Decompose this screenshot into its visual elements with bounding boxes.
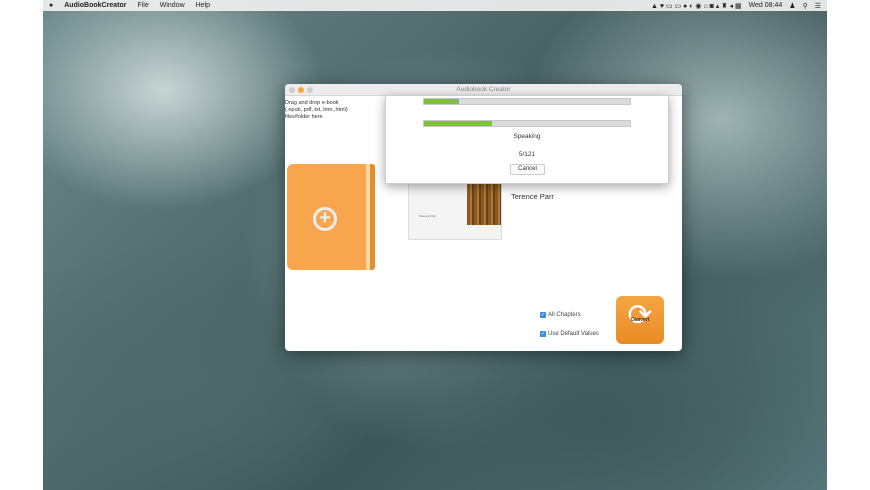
menu-app[interactable]: AudioBookCreator [64,2,126,9]
menu-file[interactable]: File [137,2,148,9]
status-text: Speaking [513,133,541,140]
cover-image [467,181,501,225]
plus-icon: + [313,207,337,231]
cancel-button[interactable]: Cancel [510,164,545,175]
drop-hint: Drag and drop e-book (.epub,.pdf,.txt,.h… [285,100,348,120]
menu-window[interactable]: Window [160,2,185,9]
progress-bar-overall [423,98,631,105]
progress-bar-chapter [423,120,631,127]
convert-button[interactable]: ⟳ Convert [616,296,664,344]
checkbox-label: Use Default Values [548,331,599,337]
menu-help[interactable]: Help [196,2,210,9]
check-icon: ✓ [540,312,546,318]
author-name: Terence Parr [511,192,554,201]
all-chapters-checkbox[interactable]: ✓ All Chapters [540,312,581,318]
convert-label: Convert [630,317,650,323]
list-icon[interactable]: ☰ [815,2,821,10]
status-icons[interactable]: ▲ ♥ ▭ ▭ ● ◐ ◉ ⌂ ◙ ▴ ♜ ◂ ▦ [651,2,742,10]
progress-fill [424,99,460,104]
default-values-checkbox[interactable]: ✓ Use Default Values [540,331,599,337]
add-book-dropzone[interactable]: + [287,164,375,270]
user-icon[interactable]: ♟ [789,2,795,10]
minimize-button[interactable] [298,87,304,93]
apple-icon[interactable]: ● [49,2,53,9]
book-cover: Terence Parr [408,180,502,240]
cover-text: Terence Parr [419,214,437,218]
desktop: ● AudioBookCreator File Window Help ▲ ♥ … [43,0,827,490]
menu-bar: ● AudioBookCreator File Window Help ▲ ♥ … [43,0,827,11]
window-title: Audiobook Creator [456,86,511,93]
zoom-button[interactable] [307,87,313,93]
clock[interactable]: Wed 08:44 [749,2,783,9]
convert-icon: ⟳ [627,299,653,332]
checkbox-label: All Chapters [548,312,581,318]
progress-fill [424,121,492,126]
check-icon: ✓ [540,331,546,337]
search-icon[interactable]: ⚲ [803,2,808,10]
chapter-count: 5/121 [518,151,536,158]
progress-sheet: Speaking 5/121 Cancel [385,95,669,184]
close-button[interactable] [289,87,295,93]
